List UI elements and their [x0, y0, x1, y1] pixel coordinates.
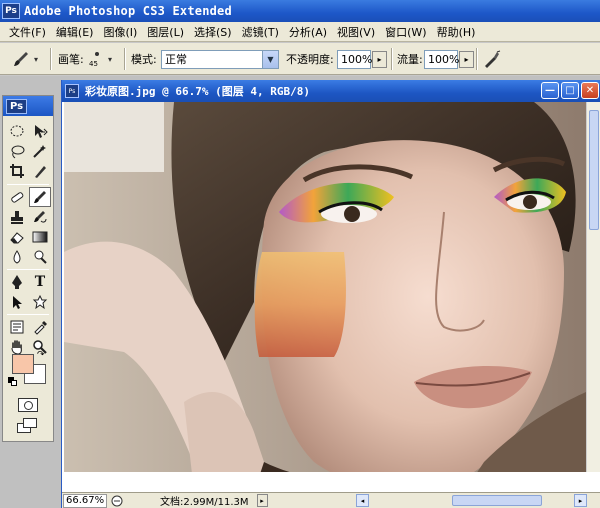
blur-tool-icon[interactable] [6, 247, 28, 267]
marquee-tool-icon[interactable] [6, 121, 28, 141]
notes-tool-icon[interactable] [6, 317, 28, 337]
flow-label: 流量: [397, 53, 423, 66]
scroll-right-button[interactable]: ▸ [574, 494, 587, 507]
maximize-button[interactable]: □ [561, 82, 579, 99]
chevron-down-icon: ▾ [108, 54, 113, 64]
flow-field[interactable]: 100% [424, 49, 459, 69]
status-bar: 66.67% 文档:2.99M/11.3M ▸ ◂ ▸ [62, 492, 600, 508]
quick-mask-icon[interactable] [18, 398, 38, 412]
scroll-left-button[interactable]: ◂ [356, 494, 369, 507]
blend-mode-value: 正常 [165, 53, 187, 66]
document-title: 彩妆原图.jpg @ 66.7% (图层 4, RGB/8) [85, 85, 310, 98]
slice-tool-icon[interactable] [29, 161, 51, 181]
crop-tool-icon[interactable] [6, 161, 28, 181]
document-title-bar[interactable]: Ps 彩妆原图.jpg @ 66.7% (图层 4, RGB/8) — □ ✕ [62, 80, 600, 102]
brush-label: 画笔: [58, 53, 84, 66]
navigator-icon[interactable] [110, 494, 124, 508]
path-selection-icon[interactable] [6, 292, 28, 312]
opacity-label: 不透明度: [286, 53, 334, 66]
separator [476, 48, 478, 70]
minimize-button[interactable]: — [541, 82, 559, 99]
brush-size: 45 [89, 60, 98, 68]
toolbox-header[interactable]: Ps [3, 96, 53, 116]
menu-file[interactable]: 文件(F) [4, 24, 51, 40]
type-tool-icon[interactable]: T [29, 272, 51, 292]
flow-slider-button[interactable]: ▸ [459, 50, 474, 68]
lasso-tool-icon[interactable] [6, 141, 28, 161]
swap-colors-icon[interactable]: ↷ [37, 350, 45, 360]
history-brush-icon[interactable] [29, 207, 51, 227]
document-window: Ps 彩妆原图.jpg @ 66.7% (图层 4, RGB/8) — □ ✕ [61, 80, 600, 508]
horizontal-scrollbar[interactable]: ◂ ▸ [356, 494, 600, 508]
separator [391, 48, 393, 70]
zoom-field[interactable]: 66.67% [63, 493, 107, 508]
brush-picker[interactable]: 45 ▾ [86, 43, 112, 75]
magic-wand-icon[interactable] [29, 141, 51, 161]
separator [7, 314, 49, 315]
menu-analysis[interactable]: 分析(A) [284, 24, 332, 40]
eyedropper-icon[interactable] [29, 317, 51, 337]
brush-preview-icon: 45 [86, 46, 108, 72]
vertical-scrollbar[interactable] [586, 102, 600, 472]
menu-window[interactable]: 窗口(W) [380, 24, 431, 40]
brush-tool-icon[interactable] [29, 187, 51, 207]
scroll-thumb[interactable] [452, 495, 542, 506]
app-title-bar: Ps Adobe Photoshop CS3 Extended [0, 0, 600, 22]
toolbox: Ps T ↷ [2, 95, 54, 442]
custom-shape-icon[interactable] [29, 292, 51, 312]
menu-help[interactable]: 帮助(H) [432, 24, 481, 40]
menu-view[interactable]: 视图(V) [332, 24, 380, 40]
menu-filter[interactable]: 滤镜(T) [237, 24, 284, 40]
toolbox-logo: Ps [6, 98, 28, 114]
pen-tool-icon[interactable] [6, 272, 28, 292]
opacity-field[interactable]: 100% [337, 49, 372, 69]
photoshop-logo-icon: Ps [2, 3, 20, 19]
airbrush-icon[interactable] [480, 48, 504, 70]
foreground-color-swatch[interactable] [12, 354, 34, 374]
app-title: Adobe Photoshop CS3 Extended [24, 4, 232, 18]
opacity-slider-button[interactable]: ▸ [372, 50, 387, 68]
blend-mode-select[interactable]: 正常 ▼ [161, 49, 279, 69]
gradient-tool-icon[interactable] [29, 227, 51, 247]
menu-image[interactable]: 图像(I) [98, 24, 142, 40]
document-icon: Ps [65, 84, 79, 98]
options-bar: ▾ 画笔: 45 ▾ 模式: 正常 ▼ 不透明度: 100% ▸ 流量: 100… [0, 43, 600, 75]
close-button[interactable]: ✕ [581, 82, 599, 99]
screen-mode-icon[interactable] [17, 418, 39, 434]
separator [7, 269, 49, 270]
portrait-photo [64, 102, 586, 472]
menu-bar: 文件(F) 编辑(E) 图像(I) 图层(L) 选择(S) 滤镜(T) 分析(A… [0, 22, 600, 42]
menu-layer[interactable]: 图层(L) [142, 24, 189, 40]
separator [50, 48, 52, 70]
separator [7, 184, 49, 185]
menu-edit[interactable]: 编辑(E) [51, 24, 99, 40]
mode-label: 模式: [131, 53, 157, 66]
chevron-down-icon: ▼ [262, 50, 278, 68]
brush-tool-icon [8, 48, 34, 70]
chevron-down-icon: ▾ [34, 54, 39, 64]
separator [124, 48, 126, 70]
default-colors-icon[interactable] [8, 377, 17, 386]
clone-stamp-icon[interactable] [6, 207, 28, 227]
status-menu-arrow-icon[interactable]: ▸ [256, 494, 268, 507]
tool-preset-picker[interactable]: ▾ [8, 43, 38, 75]
move-tool-icon[interactable] [29, 121, 51, 141]
healing-brush-icon[interactable] [6, 187, 28, 207]
image-canvas[interactable] [64, 102, 586, 472]
menu-select[interactable]: 选择(S) [189, 24, 237, 40]
eraser-tool-icon[interactable] [6, 227, 28, 247]
document-size: 文档:2.99M/11.3M [160, 497, 249, 508]
dodge-tool-icon[interactable] [29, 247, 51, 267]
